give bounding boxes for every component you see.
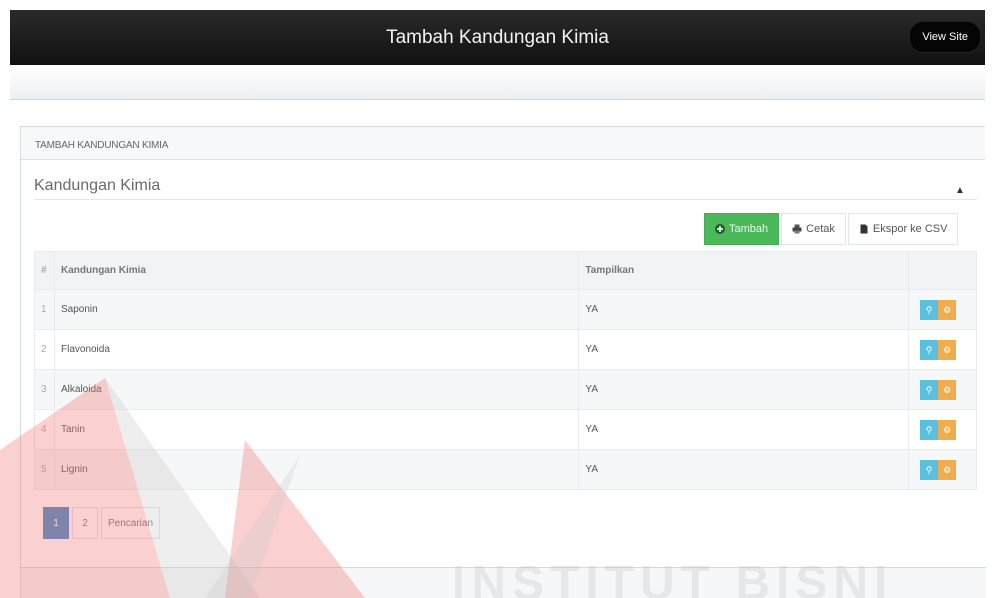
panel-heading: TAMBAH KANDUNGAN KIMIA <box>21 127 985 160</box>
page-button-2[interactable]: 2 <box>72 507 98 539</box>
row-name: Lignin <box>53 449 580 490</box>
search-button[interactable]: Pencarian <box>101 507 161 539</box>
page-button-1[interactable]: 1 <box>43 507 69 539</box>
widget-title: Kandungan Kimia <box>34 177 161 194</box>
column-header-number: # <box>34 251 55 290</box>
top-navbar: Tambah Kandungan Kimia View Site <box>10 10 985 65</box>
print-button[interactable]: Cetak <box>781 213 846 245</box>
row-show: YA <box>578 289 910 330</box>
gear-icon[interactable]: ⚙ <box>938 339 957 360</box>
row-number: 1 <box>34 289 55 330</box>
row-name: Alkaloida <box>53 369 580 410</box>
row-show: YA <box>578 329 910 370</box>
data-table: # Kandungan Kimia Tampilkan 1 Saponin YA… <box>34 251 977 490</box>
export-csv-label: Ekspor ke CSV <box>872 223 948 235</box>
add-button-label: Tambah <box>729 223 769 235</box>
table-row: 1 Saponin YA ⚲ ⚙ <box>34 289 977 330</box>
row-show: YA <box>578 449 910 490</box>
panel-footer <box>21 568 986 598</box>
export-csv-button[interactable]: Ekspor ke CSV <box>847 213 959 245</box>
table-header-row: # Kandungan Kimia Tampilkan <box>34 251 977 290</box>
gear-icon[interactable]: ⚙ <box>938 299 957 320</box>
search-icon[interactable]: ⚲ <box>920 379 939 400</box>
row-show: YA <box>578 409 910 450</box>
row-actions: ⚲ ⚙ <box>908 409 977 450</box>
row-number: 3 <box>34 369 55 410</box>
print-button-label: Cetak <box>806 223 835 235</box>
row-number: 2 <box>34 329 55 370</box>
printer-icon <box>792 224 802 234</box>
table-row: 3 Alkaloida YA ⚲ ⚙ <box>34 369 977 410</box>
table-row: 4 Tanin YA ⚲ ⚙ <box>34 409 977 450</box>
search-icon[interactable]: ⚲ <box>920 459 939 480</box>
row-name: Flavonoida <box>53 329 580 370</box>
plus-circle-icon <box>715 224 725 234</box>
search-icon[interactable]: ⚲ <box>920 299 939 320</box>
pagination: 1 2 Pencarian <box>43 507 161 539</box>
column-header-actions <box>908 251 977 290</box>
view-site-button[interactable]: View Site <box>909 21 981 53</box>
search-icon[interactable]: ⚲ <box>920 339 939 360</box>
gear-icon[interactable]: ⚙ <box>938 459 957 480</box>
search-icon[interactable]: ⚲ <box>920 419 939 440</box>
table-row: 5 Lignin YA ⚲ ⚙ <box>34 449 977 490</box>
row-actions: ⚲ ⚙ <box>908 329 977 370</box>
row-name: Tanin <box>53 409 580 450</box>
file-icon <box>860 224 868 234</box>
gear-icon[interactable]: ⚙ <box>938 379 957 400</box>
column-header-show: Tampilkan <box>578 251 910 290</box>
page-title: Tambah Kandungan Kimia <box>386 26 609 48</box>
row-number: 5 <box>34 449 55 490</box>
table-row: 2 Flavonoida YA ⚲ ⚙ <box>34 329 977 370</box>
gear-icon[interactable]: ⚙ <box>938 419 957 440</box>
row-actions: ⚲ ⚙ <box>908 289 977 330</box>
sub-navbar <box>10 67 985 100</box>
row-actions: ⚲ ⚙ <box>908 369 977 410</box>
row-show: YA <box>578 369 910 410</box>
widget-divider <box>34 199 977 200</box>
column-header-name: Kandungan Kimia <box>53 251 580 290</box>
add-button[interactable]: Tambah <box>704 213 780 245</box>
row-number: 4 <box>34 409 55 450</box>
table-toolbar: Tambah Cetak Ekspor ke CSV <box>704 213 959 245</box>
row-actions: ⚲ ⚙ <box>908 449 977 490</box>
chevron-up-icon[interactable]: ▲ <box>955 185 965 196</box>
row-name: Saponin <box>53 289 580 330</box>
content-panel: TAMBAH KANDUNGAN KIMIA Kandungan Kimia ▲… <box>20 126 986 598</box>
